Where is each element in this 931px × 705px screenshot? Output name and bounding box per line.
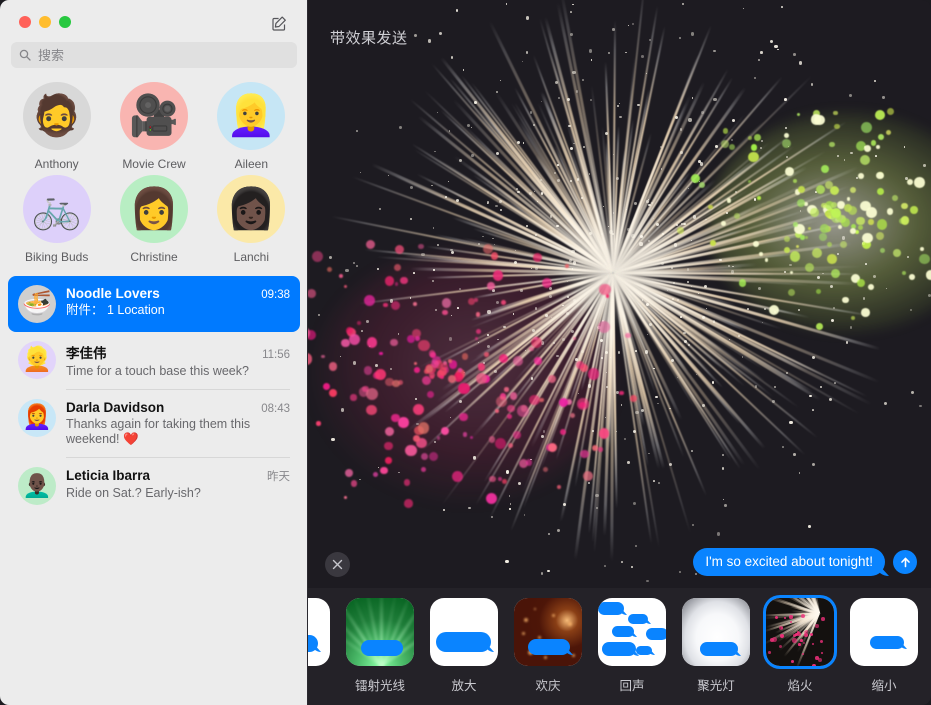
- effect-option[interactable]: 回声: [598, 598, 666, 694]
- conversation-name: Leticia Ibarra: [66, 467, 151, 483]
- search-area: 搜索: [0, 42, 308, 68]
- conversation-preview: Thanks again for taking them this weeken…: [66, 416, 251, 447]
- effect-label: 镭射光线: [354, 679, 405, 693]
- avatar: 👱‍♀️: [217, 82, 286, 150]
- sidebar-divider: [307, 0, 308, 705]
- avatar: 🎥: [119, 82, 188, 150]
- conversation-time: 11:56: [262, 349, 290, 361]
- send-arrow-up-icon[interactable]: [893, 550, 917, 574]
- pinned-contact[interactable]: 👱‍♀️ Aileen: [203, 82, 300, 171]
- conversation-header: Darla Davidson 08:43: [66, 400, 290, 415]
- conversation-header: Leticia Ibarra 昨天: [66, 468, 290, 484]
- avatar: 🧔: [22, 82, 91, 150]
- conversation-header: Noodle Lovers 09:38: [66, 286, 290, 301]
- avatar: 🚲: [22, 175, 91, 243]
- conversation-row[interactable]: 👨🏿‍🦲 Leticia Ibarra 昨天 Ride on Sat.? Early-…: [8, 458, 300, 514]
- pinned-contact[interactable]: 👩🏿 Lanchi: [203, 175, 300, 264]
- effect-label: 放大: [451, 679, 477, 693]
- celebration-art: [514, 598, 582, 666]
- effect-label: 回声: [619, 679, 645, 693]
- pinned-contact-label: Movie Crew: [122, 157, 186, 171]
- conversation-list: 🍜 Noodle Lovers 09:38 附件： 1 Location 👱 李佳伟 11:…: [0, 270, 308, 514]
- effects-picker[interactable]: 镭射光线 放大 欢庆 回声 聚光灯 焰火 缩小: [308, 588, 931, 705]
- effect-label: 欢庆: [535, 679, 561, 693]
- effect-option[interactable]: 缩小: [850, 598, 918, 694]
- pinned-contact[interactable]: 🚲 Biking Buds: [8, 175, 105, 264]
- conversation-row[interactable]: 👩‍🦰 Darla Davidson 08:43 Thanks again for t…: [8, 390, 300, 457]
- sidebar: 搜索 🧔 Anthony 🎥 Movie Crew 👱‍♀️ Aileen 🚲 Biking …: [0, 0, 308, 705]
- conversation-preview: Ride on Sat.? Early-ish?: [66, 485, 201, 500]
- effect-thumbnail[interactable]: [308, 598, 330, 666]
- fireworks-art: [766, 598, 834, 666]
- effect-thumbnail[interactable]: [766, 598, 834, 666]
- conversation-header: 李佳伟 11:56: [66, 342, 290, 362]
- traffic-lights: [19, 16, 71, 28]
- effect-thumbnail[interactable]: [682, 598, 750, 666]
- conversation-name: Noodle Lovers: [66, 286, 160, 301]
- conversation-row[interactable]: 🍜 Noodle Lovers 09:38 附件： 1 Location: [8, 276, 300, 332]
- pinned-contact[interactable]: 🎥 Movie Crew: [105, 82, 202, 171]
- conversation-row[interactable]: 👱 李佳伟 11:56 Time for a touch base this week…: [8, 332, 300, 389]
- effect-option[interactable]: 焰火: [766, 598, 834, 694]
- avatar: 👩🏿: [217, 175, 286, 243]
- search-placeholder: 搜索: [38, 47, 65, 63]
- close-window-button[interactable]: [19, 16, 31, 28]
- zoom-window-button[interactable]: [59, 16, 71, 28]
- effect-thumbnail[interactable]: [850, 598, 918, 666]
- pinned-contact-label: Christine: [130, 250, 178, 264]
- pinned-contact-label: Anthony: [34, 157, 79, 171]
- effect-thumbnail[interactable]: [346, 598, 414, 666]
- conversation-preview: 附件： 1 Location: [66, 303, 165, 317]
- effect-option[interactable]: [308, 598, 330, 694]
- effect-option[interactable]: 聚光灯: [682, 598, 750, 694]
- pinned-contact-label: Lanchi: [233, 250, 270, 264]
- avatar: 🍜: [18, 285, 56, 323]
- avatar: 👱: [18, 341, 56, 379]
- search-input[interactable]: 搜索: [11, 42, 297, 68]
- page-title: 带效果发送: [330, 30, 408, 47]
- avatar: 👩: [119, 175, 188, 243]
- effect-option[interactable]: 镭射光线: [346, 598, 414, 694]
- conversation-name: Darla Davidson: [66, 399, 165, 415]
- search-icon: [19, 49, 31, 61]
- avatar: 👨🏿‍🦲: [18, 466, 56, 505]
- effect-thumbnail[interactable]: [514, 598, 582, 666]
- message-send-row: I'm so excited about tonight!: [308, 548, 931, 588]
- minimize-window-button[interactable]: [39, 16, 51, 28]
- effect-option[interactable]: 欢庆: [514, 598, 582, 694]
- conversation-preview: Time for a touch base this week?: [66, 364, 249, 378]
- effect-label: 聚光灯: [697, 679, 735, 693]
- effect-option[interactable]: 放大: [430, 598, 498, 694]
- conversation-body: 李佳伟 11:56 Time for a touch base this week?: [66, 341, 290, 380]
- close-icon[interactable]: [325, 552, 350, 577]
- pinned-contact[interactable]: 🧔 Anthony: [8, 82, 105, 171]
- effect-thumbnail[interactable]: [430, 598, 498, 666]
- outgoing-message-group: I'm so excited about tonight!: [693, 548, 917, 576]
- effect-label: 焰火: [787, 679, 813, 693]
- conversation-time: 09:38: [261, 289, 290, 301]
- conversation-body: Darla Davidson 08:43 Thanks again for taki…: [66, 399, 290, 448]
- effect-label: 缩小: [871, 679, 897, 693]
- message-bubble[interactable]: I'm so excited about tonight!: [693, 548, 885, 576]
- pinned-contact[interactable]: 👩 Christine: [105, 175, 202, 264]
- conversation-time: 08:43: [261, 402, 290, 415]
- effect-preview-panel: 带效果发送 I'm so excited about tonight! 镭射光线…: [308, 0, 931, 705]
- pinned-contact-label: Biking Buds: [24, 250, 89, 264]
- effects-track: 镭射光线 放大 欢庆 回声 聚光灯 焰火 缩小: [308, 598, 918, 694]
- effect-thumbnail[interactable]: [598, 598, 666, 666]
- pinned-contact-label: Aileen: [234, 157, 268, 171]
- avatar: 👩‍🦰: [18, 398, 56, 437]
- conversation-name: 李佳伟: [66, 346, 107, 361]
- conversation-body: Noodle Lovers 09:38 附件： 1 Location: [66, 285, 290, 323]
- compose-icon[interactable]: [266, 10, 292, 36]
- conversation-time: 昨天: [267, 470, 290, 483]
- conversation-body: Leticia Ibarra 昨天 Ride on Sat.? Early-ish?: [66, 467, 290, 505]
- pinned-conversations: 🧔 Anthony 🎥 Movie Crew 👱‍♀️ Aileen 🚲 Biking Bud…: [0, 68, 308, 270]
- messages-window: 搜索 🧔 Anthony 🎥 Movie Crew 👱‍♀️ Aileen 🚲 Biking …: [0, 0, 931, 705]
- title-bar: [0, 0, 308, 42]
